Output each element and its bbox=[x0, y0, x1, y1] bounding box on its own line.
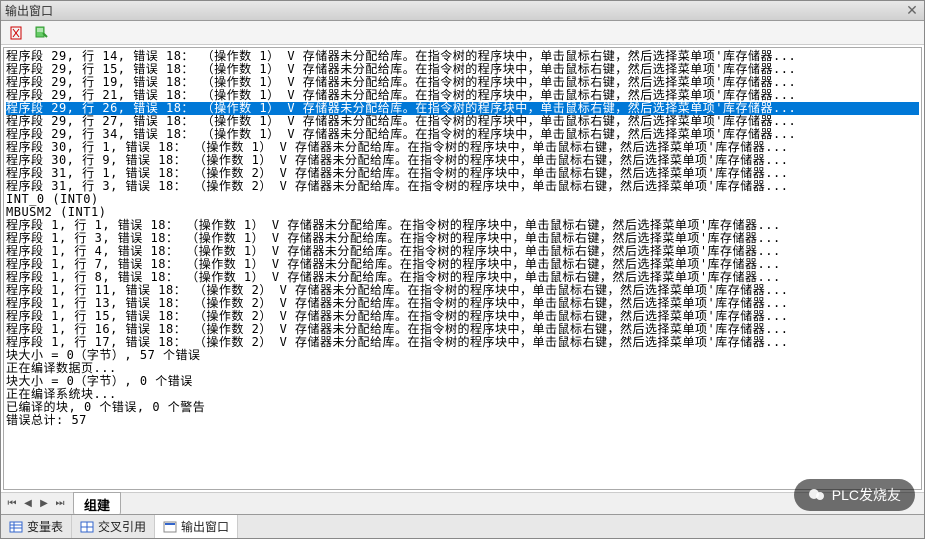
output-line[interactable]: INT_0 (INT0) bbox=[6, 193, 919, 206]
output-line[interactable]: 块大小 = 0（字节）, 57 个错误 bbox=[6, 349, 919, 362]
crossref-icon bbox=[80, 520, 94, 534]
table-icon bbox=[9, 520, 23, 534]
refresh-icon[interactable] bbox=[33, 25, 49, 41]
nav-last-icon[interactable]: ⏭ bbox=[53, 495, 67, 513]
nav-prev-icon[interactable]: ◀ bbox=[21, 495, 35, 513]
output-line[interactable]: 错误总计: 57 bbox=[6, 414, 919, 427]
close-button[interactable]: ✕ bbox=[904, 3, 920, 19]
titlebar: 输出窗口 ✕ bbox=[1, 1, 924, 21]
output-icon bbox=[163, 520, 177, 534]
window-title: 输出窗口 bbox=[5, 2, 904, 19]
clear-icon[interactable] bbox=[9, 25, 25, 41]
output-line[interactable]: 程序段 31, 行 3, 错误 18： （操作数 2） V 存储器未分配给库。在… bbox=[6, 180, 919, 193]
watermark-text: PLC发烧友 bbox=[832, 485, 901, 505]
output-line[interactable]: 块大小 = 0（字节）, 0 个错误 bbox=[6, 375, 919, 388]
output-area[interactable]: 程序段 29, 行 14, 错误 18： （操作数 1） V 存储器未分配给库。… bbox=[3, 47, 922, 490]
tab-build[interactable]: 组建 bbox=[73, 492, 121, 516]
bottom-tab-vartable[interactable]: 变量表 bbox=[1, 515, 72, 538]
bottom-tab-output[interactable]: 输出窗口 bbox=[155, 515, 238, 538]
output-line[interactable]: 已编译的块, 0 个错误, 0 个警告 bbox=[6, 401, 919, 414]
nav-next-icon[interactable]: ▶ bbox=[37, 495, 51, 513]
bottom-tab-label: 交叉引用 bbox=[98, 518, 146, 535]
nav-first-icon[interactable]: ⏮ bbox=[5, 495, 19, 513]
wechat-icon bbox=[808, 486, 826, 504]
bottom-tab-label: 输出窗口 bbox=[181, 518, 229, 535]
watermark: PLC发烧友 bbox=[794, 479, 915, 511]
bottom-tabs: 变量表 交叉引用 输出窗口 bbox=[1, 514, 924, 538]
toolbar bbox=[1, 21, 924, 45]
bottom-tab-crossref[interactable]: 交叉引用 bbox=[72, 515, 155, 538]
tabs-row: ⏮ ◀ ▶ ⏭ 组建 bbox=[1, 492, 924, 514]
bottom-tab-label: 变量表 bbox=[27, 518, 63, 535]
